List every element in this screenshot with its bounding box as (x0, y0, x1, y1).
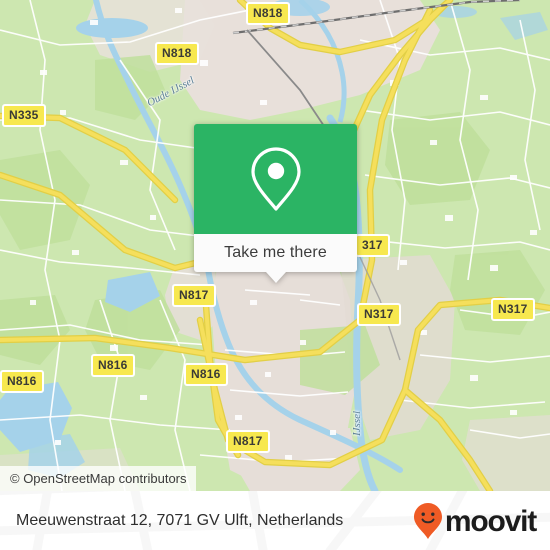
popup-action-panel[interactable]: Take me there (194, 234, 357, 272)
take-me-there-label: Take me there (224, 244, 327, 261)
address-label: Meeuwenstraat 12, 7071 GV Ulft, Netherla… (16, 511, 344, 529)
moovit-logo[interactable]: moovit (413, 502, 537, 540)
popup-icon-panel (194, 124, 357, 234)
road-shield: N816 (91, 354, 135, 377)
moovit-map-screenshot: N818 N818 N335 N817 N317 N317 317 N816 N… (0, 0, 550, 550)
take-me-there-popup[interactable]: Take me there (194, 124, 357, 283)
road-shield: N317 (491, 298, 535, 321)
road-shield: N816 (184, 363, 228, 386)
moovit-wordmark: moovit (444, 504, 537, 538)
moovit-smiley-pin-icon (413, 502, 442, 539)
osm-attribution-text: © OpenStreetMap contributors (10, 471, 187, 486)
road-shield: 317 (355, 234, 390, 257)
road-shield: N335 (2, 104, 46, 127)
osm-attribution-bar[interactable]: © OpenStreetMap contributors (0, 466, 196, 491)
road-shield: N818 (246, 2, 290, 25)
road-shield: N317 (357, 303, 401, 326)
road-shield: N816 (0, 370, 44, 393)
popup-tail-pointer (265, 272, 286, 283)
road-shield: N817 (172, 284, 216, 307)
map-pin-icon (250, 147, 301, 211)
map-canvas[interactable]: N818 N818 N335 N817 N317 N317 317 N816 N… (0, 0, 550, 491)
footer-bar: Meeuwenstraat 12, 7071 GV Ulft, Netherla… (0, 491, 550, 550)
road-shield: N817 (226, 430, 270, 453)
water-label-ijssel: IJssel (351, 410, 363, 436)
road-shield: N818 (155, 42, 199, 65)
